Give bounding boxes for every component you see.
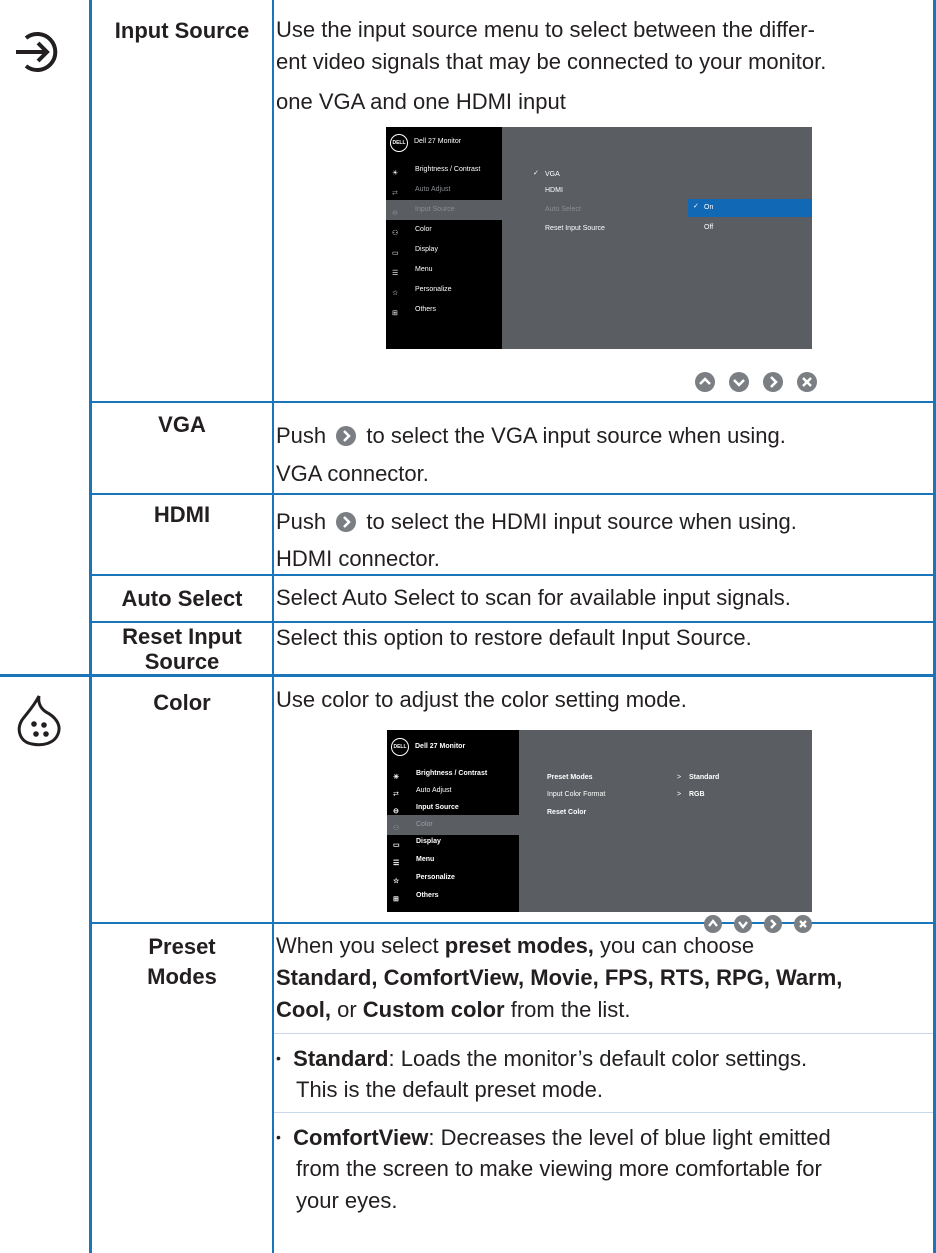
osd-setting-input-color-format: Input Color Format <box>547 791 606 798</box>
others-icon: ⊞ <box>393 896 399 903</box>
osd-menu-brightness: ☀ Brightness / Contrast <box>392 166 481 177</box>
bullet-comfortview: • ComfortView: Decreases the level of bl… <box>276 1125 831 1150</box>
bullet-comfortview-line3: your eyes. <box>296 1188 398 1213</box>
osd-menu-color: ⚇ Color <box>392 226 432 237</box>
osd-arrow: > <box>677 774 682 781</box>
osd-setting-preset-modes: Preset Modes <box>547 774 593 781</box>
osd-suboption-on: On <box>704 204 714 211</box>
dell-logo: DELL <box>391 738 409 756</box>
preset-modes-label-line1: Preset <box>148 934 216 959</box>
osd-menu-input-source: ⊖ Input Source <box>386 200 502 220</box>
star-icon: ☆ <box>393 878 400 885</box>
osd-check: ✓ <box>533 170 539 177</box>
color-desc: Use color to adjust the color setting mo… <box>276 687 687 712</box>
sun-icon: ☀ <box>392 170 399 177</box>
osd-header: Dell 27 Monitor <box>414 138 462 145</box>
osd-menu-menu: ☰ Menu <box>393 856 435 867</box>
table-border-label <box>272 0 274 1253</box>
reset-input-label-line2: Source <box>144 649 220 674</box>
osd-option-reset: Reset Input Source <box>545 225 605 232</box>
close-button-icon <box>797 372 817 392</box>
dell-logo: DELL <box>390 134 408 152</box>
down-button-icon <box>729 372 749 392</box>
osd-menu-others: ⊞ Others <box>393 892 439 903</box>
bullet-standard-line2: This is the default preset mode. <box>296 1077 603 1102</box>
row-divider <box>89 493 936 495</box>
up-button-icon <box>695 372 715 392</box>
input-source-icon <box>10 24 66 85</box>
bullet-comfortview-line2: from the screen to make viewing more com… <box>296 1156 822 1181</box>
osd-value-rgb: RGB <box>689 791 705 798</box>
color-label: Color <box>153 690 211 715</box>
display-icon: ▭ <box>392 250 399 257</box>
osd-menu-display: ▭ Display <box>393 838 441 849</box>
input-source-icon: ⊖ <box>392 210 398 217</box>
osd-menu-display: ▭ Display <box>392 246 438 257</box>
osd-option-vga: VGA <box>545 171 560 178</box>
input-source-desc-line2: ent video signals that may be connected … <box>276 49 827 74</box>
osd-input-source-screenshot: DELL Dell 27 Monitor ☀ Brightness / Contr… <box>386 127 812 349</box>
auto-select-label: Auto Select <box>121 586 243 611</box>
right-button-icon <box>764 915 782 933</box>
hdmi-label: HDMI <box>153 502 211 527</box>
vga-desc-line1: Push to select the VGA input source when… <box>276 420 786 455</box>
color-palette-icon: ⚇ <box>392 230 399 237</box>
color-palette-icon: ⚇ <box>393 825 400 832</box>
bullet-divider <box>274 1112 933 1113</box>
preset-modes-label-line2: Modes <box>147 964 217 989</box>
osd-option-auto-select: Auto Select <box>545 206 581 213</box>
vga-label: VGA <box>158 412 206 437</box>
preset-desc-line3: Cool, or Custom color from the list. <box>276 997 631 1022</box>
input-source-label: Input Source <box>114 18 250 43</box>
sun-icon: ☀ <box>393 774 400 781</box>
osd-nav-buttons <box>694 371 822 398</box>
auto-select-desc: Select Auto Select to scan for available… <box>276 585 791 610</box>
input-source-icon: ⊖ <box>393 808 399 815</box>
osd-option-hdmi: HDMI <box>545 187 563 194</box>
osd-menu-others: ⊞ Others <box>392 306 437 317</box>
auto-adjust-icon: ⇄ <box>393 791 399 798</box>
preset-desc-line1: When you select preset modes, you can ch… <box>276 933 755 958</box>
menu-icon: ☰ <box>392 270 399 277</box>
row-divider <box>89 401 936 403</box>
osd-menu-personalize: ☆ Personalize <box>393 874 455 885</box>
bullet-divider <box>274 1033 933 1034</box>
auto-adjust-icon: ⇄ <box>392 190 398 197</box>
osd-menu-menu: ☰ Menu <box>392 266 433 277</box>
right-button-icon <box>336 509 357 541</box>
osd-panel <box>502 127 812 349</box>
color-palette-icon <box>16 692 62 753</box>
star-icon: ☆ <box>392 290 399 297</box>
vga-desc-line2: VGA connector. <box>276 461 429 486</box>
osd-panel <box>519 730 812 912</box>
row-divider <box>89 574 936 576</box>
osd-suboption-off: Off <box>704 224 714 231</box>
display-icon: ▭ <box>393 842 400 849</box>
osd-color-screenshot: DELL Dell 27 Monitor ☀ Brightness / Contr… <box>387 730 812 912</box>
osd-value-standard: Standard <box>689 774 720 781</box>
input-source-desc-line3: one VGA and one HDMI input <box>276 89 566 114</box>
osd-check: ✓ <box>693 203 699 210</box>
preset-desc-line2: Standard, ComfortView, Movie, FPS, RTS, … <box>276 965 843 990</box>
osd-setting-reset-color: Reset Color <box>547 809 587 816</box>
osd-menu-personalize: ☆ Personalize <box>392 286 452 297</box>
input-source-desc-line1: Use the input source menu to select betw… <box>276 17 815 42</box>
reset-input-desc: Select this option to restore default In… <box>276 625 752 650</box>
osd-menu-auto-adjust: ⇄ Auto Adjust <box>392 186 451 197</box>
osd-header: Dell 27 Monitor <box>415 743 466 750</box>
osd-arrow: > <box>677 791 682 798</box>
close-button-icon <box>794 915 812 933</box>
others-icon: ⊞ <box>392 310 398 317</box>
hdmi-desc-line2: HDMI connector. <box>276 546 440 571</box>
menu-icon: ☰ <box>393 860 400 867</box>
right-button-icon <box>763 372 783 392</box>
hdmi-desc-line1: Push to select the HDMI input source whe… <box>276 506 797 541</box>
right-button-icon <box>336 423 357 455</box>
bullet-standard: • Standard: Loads the monitor’s default … <box>276 1046 808 1071</box>
